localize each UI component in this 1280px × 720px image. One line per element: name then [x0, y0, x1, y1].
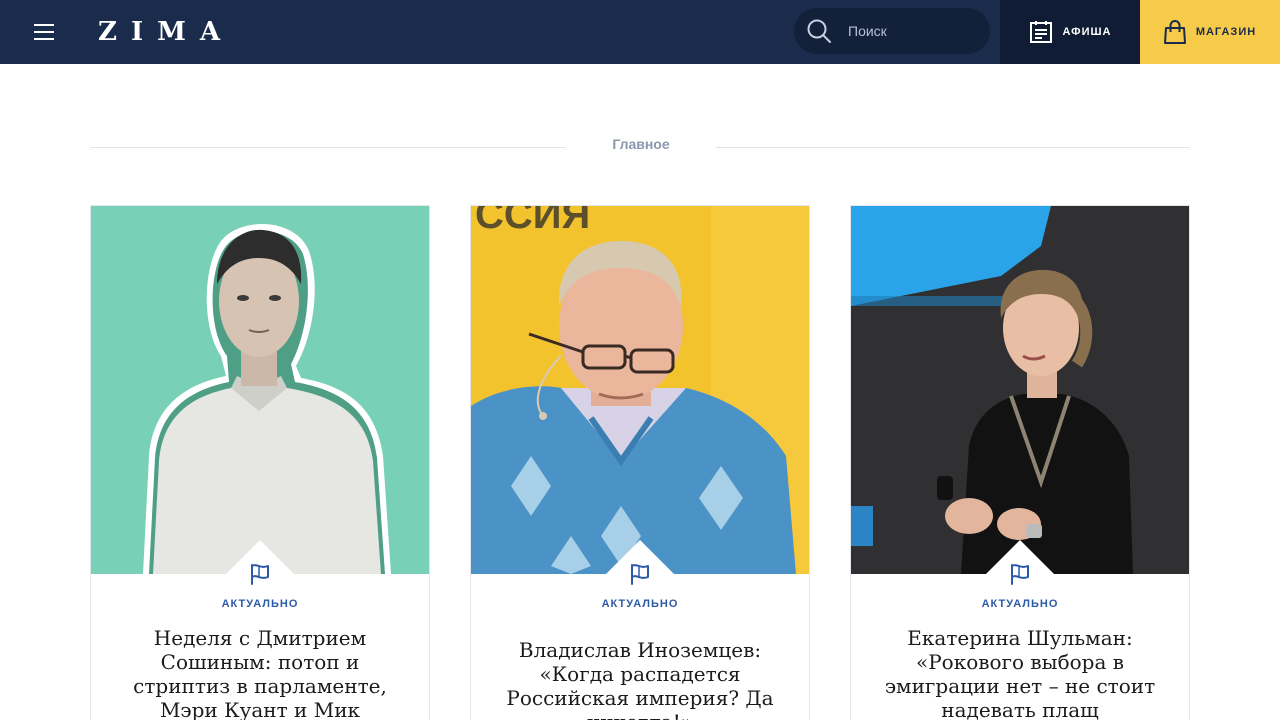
article-title[interactable]: Владислав Иноземцев: «Когда распадется Р… [499, 638, 781, 720]
shop-label: МАГАЗИН [1195, 26, 1257, 38]
menu-line [34, 38, 54, 40]
site-header: ZIMA АФИША МАГАЗИН [0, 0, 1280, 64]
section-title: Главное [612, 136, 670, 152]
flag-icon [631, 564, 649, 585]
article-image[interactable] [91, 206, 429, 574]
article-card[interactable]: АКТУАЛЬНО Неделя с Дмитрием Сошиным: пот… [90, 205, 430, 720]
divider [716, 147, 1190, 148]
section-header: Главное [90, 134, 1190, 160]
menu-button[interactable] [22, 18, 66, 46]
image-background-text: ССИЯ [475, 206, 590, 237]
afisha-label: АФИША [1062, 26, 1112, 38]
flag-icon [251, 564, 269, 585]
menu-line [34, 31, 54, 33]
afisha-button[interactable]: АФИША [1000, 0, 1140, 64]
article-category[interactable]: АКТУАЛЬНО [471, 598, 809, 610]
article-card[interactable]: АКТУАЛЬНО Екатерина Шульман: «Рокового в… [850, 205, 1190, 720]
search-box[interactable] [794, 8, 990, 54]
calendar-list-icon [1029, 21, 1052, 43]
search-icon[interactable] [806, 18, 832, 44]
article-card[interactable]: ССИЯ АКТУАЛЬНО Владислав Иноземцев: «Ког… [470, 205, 810, 720]
site-logo[interactable]: ZIMA [98, 16, 234, 48]
divider [90, 147, 566, 148]
shopping-bag-icon [1163, 20, 1186, 44]
article-image[interactable]: ССИЯ [471, 206, 809, 574]
article-title[interactable]: Екатерина Шульман: «Рокового выбора в эм… [879, 626, 1161, 720]
article-category[interactable]: АКТУАЛЬНО [851, 598, 1189, 610]
search-input[interactable] [848, 19, 978, 43]
shop-button[interactable]: МАГАЗИН [1140, 0, 1280, 64]
menu-line [34, 24, 54, 26]
flag-icon [1011, 564, 1029, 585]
article-category[interactable]: АКТУАЛЬНО [91, 598, 429, 610]
article-title[interactable]: Неделя с Дмитрием Сошиным: потоп и стрип… [119, 626, 401, 720]
article-image[interactable] [851, 206, 1189, 574]
